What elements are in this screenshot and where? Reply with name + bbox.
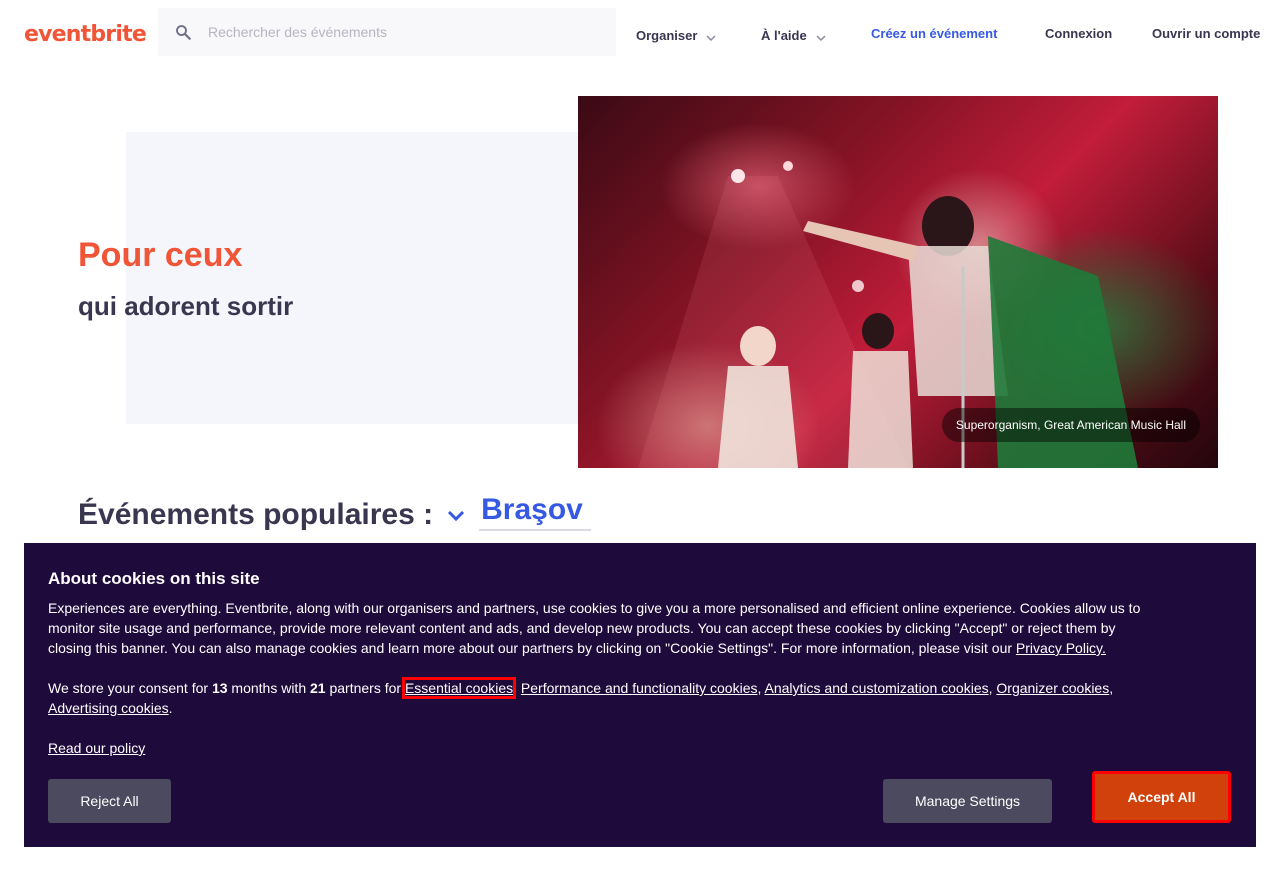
- essential-cookies-link[interactable]: Essential cookies: [401, 677, 517, 699]
- search-icon: [176, 25, 191, 40]
- hero-title: Pour ceux: [78, 236, 243, 274]
- nav-help[interactable]: À l'aide: [761, 26, 827, 44]
- organizer-cookies-link[interactable]: Organizer cookies: [996, 680, 1109, 696]
- analytics-cookies-link[interactable]: Analytics and customization cookies: [765, 680, 989, 696]
- popular-events-header: Événements populaires : Braşov: [78, 493, 591, 532]
- nav-create-event[interactable]: Créez un événement: [871, 26, 997, 41]
- chevron-down-icon[interactable]: [445, 504, 467, 526]
- nav-organize[interactable]: Organiser: [636, 26, 717, 44]
- accept-all-button[interactable]: Accept All: [1092, 771, 1231, 823]
- location-selector[interactable]: Braşov: [479, 493, 591, 531]
- privacy-policy-link[interactable]: Privacy Policy.: [1016, 640, 1106, 656]
- consent-prefix: We store your consent for: [48, 680, 209, 696]
- hero-subtitle: qui adorent sortir: [78, 291, 294, 321]
- read-policy-row: Read our policy: [48, 738, 1148, 758]
- eventbrite-logo[interactable]: eventbrite: [24, 22, 147, 47]
- advertising-cookies-link[interactable]: Advertising cookies: [48, 700, 169, 716]
- cookie-body-text: Experiences are everything. Eventbrite, …: [48, 600, 1141, 656]
- image-caption: Superorganism, Great American Music Hall: [941, 408, 1200, 442]
- reject-all-button[interactable]: Reject All: [48, 779, 171, 823]
- cookie-consent-info: We store your consent for 13 months with…: [48, 677, 1114, 716]
- nav-organize-label: Organiser: [636, 27, 698, 43]
- hero-panel: [126, 132, 586, 424]
- chevron-down-icon: [816, 35, 826, 42]
- search-input[interactable]: [208, 8, 608, 56]
- read-policy-link[interactable]: Read our policy: [48, 740, 145, 756]
- cookie-banner: About cookies on this site Experiences a…: [24, 543, 1256, 847]
- popular-title: Événements populaires :: [78, 498, 434, 531]
- nav-login[interactable]: Connexion: [1045, 26, 1112, 41]
- performance-cookies-link[interactable]: Performance and functionality cookies: [521, 680, 758, 696]
- cookie-title: About cookies on this site: [48, 569, 260, 588]
- manage-settings-button[interactable]: Manage Settings: [883, 779, 1052, 823]
- nav-signup[interactable]: Ouvrir un compte: [1152, 26, 1260, 41]
- consent-partners: 21: [310, 680, 326, 696]
- consent-partners-text: partners for: [329, 680, 402, 696]
- top-header: eventbrite Organiser À l'aide Créez un é…: [0, 0, 1280, 72]
- consent-months-text: months with: [231, 680, 307, 696]
- cookie-body: Experiences are everything. Eventbrite, …: [48, 598, 1148, 658]
- consent-months: 13: [211, 680, 228, 696]
- chevron-down-icon: [706, 35, 716, 42]
- hero-image: Superorganism, Great American Music Hall: [578, 96, 1218, 468]
- nav-help-label: À l'aide: [761, 27, 807, 43]
- search-bar[interactable]: [158, 8, 616, 56]
